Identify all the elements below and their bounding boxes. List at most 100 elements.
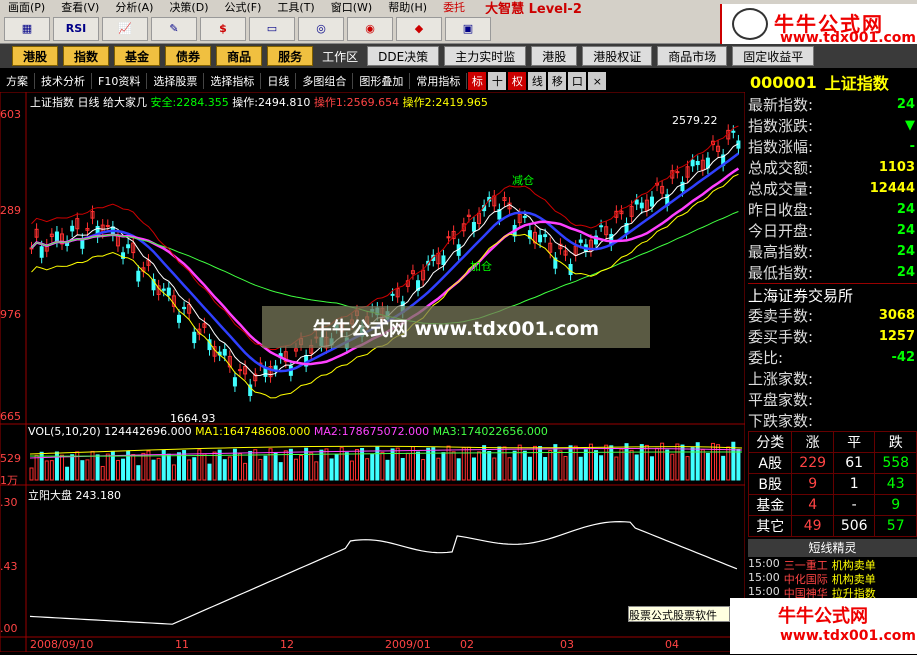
volume-bar xyxy=(202,453,207,481)
col-category: 分类 xyxy=(747,431,793,453)
logo-bottom: 牛牛公式网 www.tdx001.com xyxy=(730,598,917,654)
fb-tech-analysis[interactable]: 技术分析 xyxy=(35,73,92,89)
volume-bar xyxy=(299,454,304,481)
move-icon[interactable]: 移 xyxy=(548,72,567,90)
cat-hk-warrant[interactable]: 港股权证 xyxy=(582,46,653,66)
quote-value: 24 xyxy=(896,97,915,112)
volume-bar xyxy=(141,452,146,481)
fb-select-indicator[interactable]: 选择指标 xyxy=(204,73,262,89)
ruler-icon[interactable]: ✎ xyxy=(151,16,197,41)
date-1: 2008/09/10 xyxy=(30,638,94,651)
cat-bond[interactable]: 债券 xyxy=(165,46,212,66)
cat-hk[interactable]: 港股 xyxy=(531,46,578,66)
cow-logo-icon xyxy=(732,8,768,40)
grid-icon[interactable]: ▦ xyxy=(4,16,50,41)
rights-icon[interactable]: 权 xyxy=(508,72,527,90)
menu-item-formula[interactable]: 公式(F) xyxy=(217,0,270,15)
volume-bar xyxy=(253,449,258,481)
trade-button[interactable]: 委托 xyxy=(435,0,473,15)
close-icon[interactable]: × xyxy=(588,72,607,90)
quote-label: 总成交额: xyxy=(748,159,814,177)
candle-body xyxy=(522,215,527,218)
film-icon[interactable]: ▭ xyxy=(249,16,295,41)
col-up: 涨 xyxy=(791,431,834,453)
vol-legend: VOL(5,10,20) 124442696.000 MA1:164748608… xyxy=(28,425,548,438)
date-3: 12 xyxy=(280,638,294,651)
cat-hk-stock[interactable]: 港股 xyxy=(12,46,59,66)
news-item[interactable]: 15:00 三一重工 机构卖单 xyxy=(748,557,917,572)
col-flat: 平 xyxy=(832,431,876,453)
volume-bar xyxy=(44,460,49,481)
menu-item-decision[interactable]: 决策(D) xyxy=(161,0,216,15)
volume-bar xyxy=(360,448,365,481)
candle-body xyxy=(126,244,131,249)
category-bar: 港股 指数 基金 债券 商品 服务 工作区 DDE决策 主力实时监 港股 港股权… xyxy=(0,44,917,68)
quote-label: 最高指数: xyxy=(748,243,814,261)
watermark: 牛牛公式网 www.tdx001.com xyxy=(262,306,650,348)
chart-icon[interactable]: 📈 xyxy=(102,16,148,41)
volume-bar xyxy=(222,459,227,481)
fb-overlay[interactable]: 图形叠加 xyxy=(353,73,411,89)
band-lower xyxy=(31,173,739,399)
volume-bar xyxy=(243,462,248,481)
volume-bar xyxy=(278,462,283,481)
stat-name: A股 xyxy=(747,452,793,474)
op1-label: 操作1: xyxy=(313,96,347,109)
stat-name: B股 xyxy=(747,473,793,495)
rsi-button[interactable]: RSI xyxy=(53,16,99,41)
security-code: 000001 xyxy=(750,72,817,92)
menu-item-view[interactable]: 查看(V) xyxy=(53,0,107,15)
dollar-button[interactable]: $ xyxy=(200,16,246,41)
volume-bar xyxy=(690,447,695,481)
cat-commodity-market[interactable]: 商品市场 xyxy=(657,46,728,66)
window-icon[interactable]: 口 xyxy=(568,72,587,90)
footer-logo-url: www.tdx001.com xyxy=(780,628,917,644)
mark-icon[interactable]: 标 xyxy=(468,72,487,90)
diamond-icon[interactable]: ◆ xyxy=(396,16,442,41)
menu-item-screen[interactable]: 画面(P) xyxy=(0,0,53,15)
y-label-4: 665 xyxy=(0,410,21,423)
table-row: 基金 4-9 xyxy=(747,494,917,516)
footer-banner[interactable]: 股票公式股票软件 xyxy=(628,606,730,622)
binoculars-icon[interactable]: ◎ xyxy=(298,16,344,41)
menu-item-window[interactable]: 窗口(W) xyxy=(323,0,380,15)
alarm-icon[interactable]: ◉ xyxy=(347,16,393,41)
quote-row: 指数涨跌: ▼ xyxy=(748,115,917,136)
sub-value: 243.180 xyxy=(75,489,122,502)
stat-up: 4 xyxy=(791,494,834,516)
fb-multi-chart[interactable]: 多图组合 xyxy=(296,73,354,89)
fb-common-indicator[interactable]: 常用指标 xyxy=(410,73,468,89)
fb-select-stock[interactable]: 选择股票 xyxy=(147,73,205,89)
quote-label: 最新指数: xyxy=(748,96,814,114)
fb-daily[interactable]: 日线 xyxy=(261,73,297,89)
line-icon[interactable]: 线 xyxy=(528,72,547,90)
volume-bar xyxy=(288,448,293,481)
cat-commodity[interactable]: 商品 xyxy=(216,46,263,66)
cat-index[interactable]: 指数 xyxy=(63,46,110,66)
kline-chart[interactable] xyxy=(0,91,746,653)
crosshair-icon[interactable]: 十 xyxy=(488,72,507,90)
cat-service[interactable]: 服务 xyxy=(267,46,314,66)
news-item[interactable]: 15:00 中化国际 机构卖单 xyxy=(748,571,917,586)
cat-fixed-income[interactable]: 固定收益平 xyxy=(732,46,815,66)
quote-value: 24 xyxy=(896,202,915,217)
security-name: 上证指数 xyxy=(824,74,889,93)
volume-bar xyxy=(497,446,502,481)
fb-scheme[interactable]: 方案 xyxy=(0,73,35,89)
fb-f10[interactable]: F10资料 xyxy=(92,73,148,89)
volume-bar xyxy=(334,454,339,481)
volume-bar xyxy=(85,459,90,481)
candle-body xyxy=(39,246,44,258)
volume-bar xyxy=(594,450,599,481)
reduce-position-label: 减仓 xyxy=(512,174,534,187)
volume-bar xyxy=(273,452,278,481)
cat-dde[interactable]: DDE决策 xyxy=(367,46,440,66)
cat-fund[interactable]: 基金 xyxy=(114,46,161,66)
news-item[interactable]: 15:00 中国神华 拉升指数 xyxy=(748,585,917,600)
chart-area[interactable]: 上证指数 日线 给大家几 安全:2284.355 操作:2494.810 操作1… xyxy=(0,91,746,653)
book-icon[interactable]: ▣ xyxy=(445,16,491,41)
cat-main-monitor[interactable]: 主力实时监 xyxy=(444,46,527,66)
menu-item-tools[interactable]: 工具(T) xyxy=(269,0,322,15)
menu-item-analysis[interactable]: 分析(A) xyxy=(107,0,161,15)
menu-item-help[interactable]: 帮助(H) xyxy=(380,0,435,15)
